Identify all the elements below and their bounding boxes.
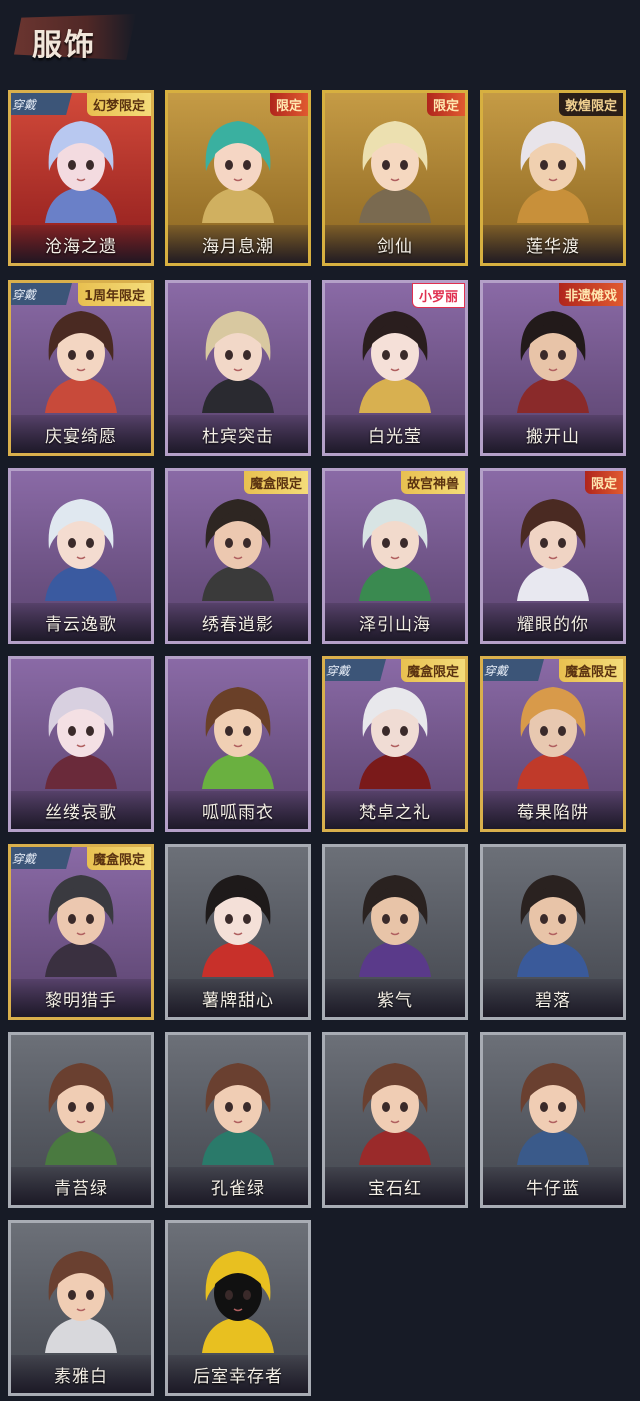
character-portrait: [517, 499, 589, 601]
costume-name: 孔雀绿: [168, 1167, 308, 1205]
equipped-tag: 穿戴: [11, 283, 72, 305]
character-portrait: [517, 1063, 589, 1165]
limited-badge: 小罗丽: [411, 283, 465, 308]
page-title: 服饰: [32, 28, 96, 63]
limited-badge: 非遗傩戏: [558, 283, 623, 306]
costume-card[interactable]: 杜宾突击: [165, 280, 311, 456]
costume-card[interactable]: 穿戴 魔盒限定梵卓之礼: [322, 656, 468, 832]
costume-name: 海月息潮: [168, 225, 308, 263]
costume-name: 丝缕哀歌: [11, 791, 151, 829]
character-portrait: [359, 499, 431, 601]
character-portrait: [45, 1063, 117, 1165]
costume-card[interactable]: 薯牌甜心: [165, 844, 311, 1020]
costume-card[interactable]: 素雅白: [8, 1220, 154, 1396]
costume-name: 后室幸存者: [168, 1355, 308, 1393]
costume-card[interactable]: 限定耀眼的你: [480, 468, 626, 644]
costume-name: 杜宾突击: [168, 415, 308, 453]
costume-card[interactable]: 宝石红: [322, 1032, 468, 1208]
costume-card[interactable]: 敦煌限定莲华渡: [480, 90, 626, 266]
costume-name: 宝石红: [325, 1167, 465, 1205]
limited-badge: 限定: [426, 93, 465, 116]
costume-name: 沧海之遗: [11, 225, 151, 263]
costume-card[interactable]: 非遗傩戏搬开山: [480, 280, 626, 456]
character-portrait: [202, 311, 274, 413]
character-portrait: [45, 121, 117, 223]
limited-badge: 故宫神兽: [400, 471, 465, 494]
costume-name: 牛仔蓝: [483, 1167, 623, 1205]
limited-badge: 魔盒限定: [558, 659, 623, 682]
limited-badge: 魔盒限定: [243, 471, 308, 494]
character-portrait: [45, 875, 117, 977]
character-portrait: [202, 875, 274, 977]
costume-card[interactable]: 丝缕哀歌: [8, 656, 154, 832]
character-portrait: [359, 687, 431, 789]
costume-card[interactable]: 穿戴 魔盒限定黎明猎手: [8, 844, 154, 1020]
costume-name: 搬开山: [483, 415, 623, 453]
character-portrait: [359, 121, 431, 223]
character-portrait: [517, 121, 589, 223]
costume-name: 素雅白: [11, 1355, 151, 1393]
costume-card[interactable]: 魔盒限定绣春逍影: [165, 468, 311, 644]
character-portrait: [202, 1063, 274, 1165]
costume-card[interactable]: 故宫神兽泽引山海: [322, 468, 468, 644]
costume-name: 庆宴绮愿: [11, 415, 151, 453]
character-portrait: [45, 499, 117, 601]
character-portrait: [517, 875, 589, 977]
costume-card[interactable]: 穿戴 幻梦限定沧海之遗: [8, 90, 154, 266]
costume-card[interactable]: 穿戴 魔盒限定莓果陷阱: [480, 656, 626, 832]
character-portrait: [517, 311, 589, 413]
equipped-tag: 穿戴: [11, 93, 72, 115]
costume-name: 泽引山海: [325, 603, 465, 641]
costume-name: 莲华渡: [483, 225, 623, 263]
costume-name: 紫气: [325, 979, 465, 1017]
character-portrait: [202, 499, 274, 601]
page-header: 服饰: [0, 0, 640, 70]
limited-badge: 限定: [269, 93, 308, 116]
costume-card[interactable]: 限定剑仙: [322, 90, 468, 266]
costume-card[interactable]: 紫气: [322, 844, 468, 1020]
costume-name: 青苔绿: [11, 1167, 151, 1205]
costume-card[interactable]: 穿戴 1周年限定庆宴绮愿: [8, 280, 154, 456]
character-portrait: [202, 1251, 274, 1353]
equipped-tag: 穿戴: [483, 659, 544, 681]
costume-card[interactable]: 青云逸歌: [8, 468, 154, 644]
character-portrait: [45, 1251, 117, 1353]
character-portrait: [202, 121, 274, 223]
costume-card[interactable]: 青苔绿: [8, 1032, 154, 1208]
costume-card[interactable]: 呱呱雨衣: [165, 656, 311, 832]
character-portrait: [202, 687, 274, 789]
costume-name: 青云逸歌: [11, 603, 151, 641]
costume-name: 绣春逍影: [168, 603, 308, 641]
costume-name: 呱呱雨衣: [168, 791, 308, 829]
costume-name: 剑仙: [325, 225, 465, 263]
costume-name: 莓果陷阱: [483, 791, 623, 829]
limited-badge: 幻梦限定: [86, 93, 151, 116]
equipped-tag: 穿戴: [11, 847, 72, 869]
limited-badge: 敦煌限定: [558, 93, 623, 116]
costume-name: 梵卓之礼: [325, 791, 465, 829]
costume-card[interactable]: 碧落: [480, 844, 626, 1020]
limited-badge: 魔盒限定: [400, 659, 465, 682]
costume-card[interactable]: 孔雀绿: [165, 1032, 311, 1208]
costume-card[interactable]: 后室幸存者: [165, 1220, 311, 1396]
limited-badge: 魔盒限定: [86, 847, 151, 870]
character-portrait: [517, 687, 589, 789]
costume-name: 黎明猎手: [11, 979, 151, 1017]
limited-badge: 限定: [584, 471, 623, 494]
costume-card[interactable]: 小罗丽白光莹: [322, 280, 468, 456]
costume-name: 薯牌甜心: [168, 979, 308, 1017]
costume-card[interactable]: 限定海月息潮: [165, 90, 311, 266]
character-portrait: [359, 1063, 431, 1165]
character-portrait: [359, 311, 431, 413]
character-portrait: [45, 311, 117, 413]
costume-name: 白光莹: [325, 415, 465, 453]
character-portrait: [359, 875, 431, 977]
limited-badge: 1周年限定: [77, 283, 151, 306]
costume-name: 碧落: [483, 979, 623, 1017]
equipped-tag: 穿戴: [325, 659, 386, 681]
costume-card[interactable]: 牛仔蓝: [480, 1032, 626, 1208]
character-portrait: [45, 687, 117, 789]
costume-name: 耀眼的你: [483, 603, 623, 641]
